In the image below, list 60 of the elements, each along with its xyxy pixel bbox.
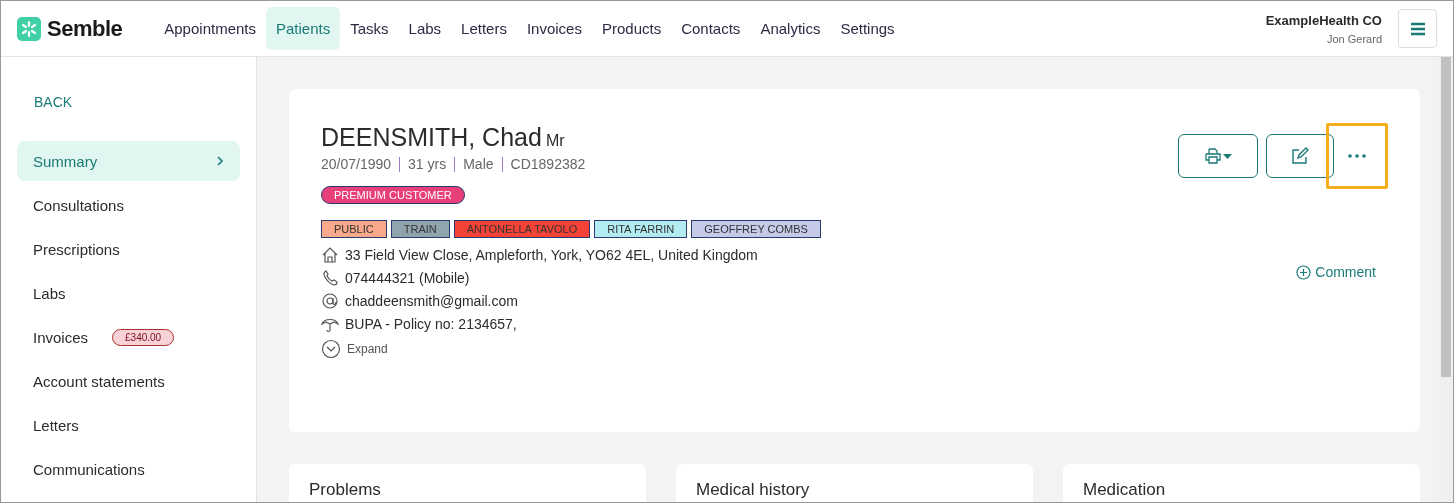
expand-link[interactable]: Expand — [347, 342, 388, 356]
tag: GEOFFREY COMBS — [691, 220, 821, 238]
more-icon — [1348, 154, 1366, 158]
tag: ANTONELLA TAVOLO — [453, 220, 591, 238]
panel-title: Problems — [309, 480, 382, 500]
chevron-icon — [216, 155, 224, 167]
contact-text: 074444321 (Mobile) — [345, 270, 470, 286]
chevron-circle-icon — [321, 339, 341, 359]
print-button[interactable] — [1178, 134, 1258, 178]
patient-detail: 20/07/1990 — [321, 156, 392, 172]
contact-text: BUPA - Policy no: 2134657, — [345, 316, 517, 332]
nav-tab[interactable]: Contacts — [671, 7, 751, 50]
patient-detail: Male — [463, 156, 494, 172]
nav-tab[interactable]: Labs — [398, 7, 452, 50]
logo-icon — [17, 16, 41, 41]
printer-icon — [1204, 148, 1221, 164]
contact-text: 33 Field View Close, Ampleforth, York, YO62 4EL, United Kingdom — [345, 247, 758, 263]
tag: RITA FARRIN — [594, 220, 688, 238]
sidebar-item[interactable]: Letters — [17, 405, 240, 445]
patient-detail: CD1892382 — [510, 156, 586, 172]
amount-badge: £340.00 — [112, 328, 175, 346]
menu-button[interactable] — [1398, 9, 1437, 48]
tag: PUBLIC — [321, 220, 387, 238]
nav-tab[interactable]: Tasks — [340, 7, 399, 50]
user-name: Jon Gerard — [1325, 32, 1382, 45]
sidebar-item[interactable]: Summary — [17, 141, 240, 181]
sidebar-item[interactable]: Prescriptions — [17, 229, 240, 269]
sidebar-item[interactable]: Communications — [17, 449, 240, 489]
email-icon — [321, 292, 339, 310]
organisation-name: ExampleHealth CO — [1265, 12, 1382, 28]
status-badge: PREMIUM CUSTOMER — [321, 186, 465, 204]
nav-tab[interactable]: Settings — [830, 7, 905, 50]
nav-tab[interactable]: Invoices — [516, 7, 592, 50]
nav-tab[interactable]: Analytics — [750, 7, 831, 50]
phone-icon — [321, 269, 339, 287]
address-icon — [321, 246, 339, 264]
nav-tab[interactable]: Appointments — [154, 7, 266, 50]
tag: TRAIN — [390, 220, 450, 238]
sidebar-item[interactable]: Invoices £340.00 — [17, 317, 240, 357]
comment-button[interactable]: Comment — [1290, 263, 1382, 281]
logo-text: Semble — [47, 15, 123, 42]
patient-title: Mr — [545, 132, 565, 149]
sidebar-item[interactable]: Account statements — [17, 361, 240, 401]
contact-text: chaddeensmith@gmail.com — [345, 293, 518, 309]
nav-tab[interactable]: Patients — [266, 7, 341, 50]
nav-tab[interactable]: Letters — [451, 7, 517, 50]
panel-title: Medication — [1083, 480, 1167, 500]
panel-title: Medical history — [696, 480, 811, 500]
edit-button[interactable] — [1266, 134, 1334, 178]
plus-circle-icon — [1296, 264, 1312, 280]
menu-icon — [1409, 21, 1426, 36]
nav-tab[interactable]: Products — [591, 7, 672, 50]
patient-name: DEENSMITH, Chad — [321, 123, 542, 151]
sidebar-item[interactable]: Consultations — [17, 185, 240, 225]
edit-icon — [1291, 147, 1309, 165]
caret-icon — [1222, 153, 1232, 159]
patient-detail: 31 yrs — [408, 156, 447, 172]
sidebar-item[interactable]: Labs — [17, 273, 240, 313]
back-link[interactable]: BACK — [34, 94, 73, 110]
scrollbar[interactable] — [1439, 57, 1453, 502]
